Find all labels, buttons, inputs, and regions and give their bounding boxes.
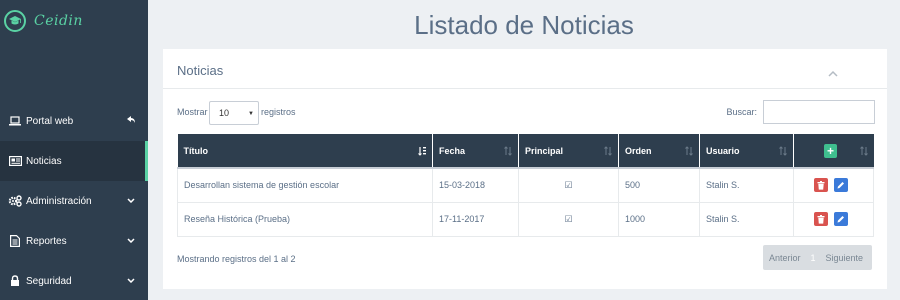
sidebar-item-noticias[interactable]: Noticias [0, 141, 148, 181]
cell-orden: 500 [618, 167, 700, 203]
column-header-titulo[interactable]: Título [177, 134, 433, 168]
column-header-orden[interactable]: Orden [618, 134, 700, 168]
cell-usuario: Stalin S. [699, 167, 794, 203]
add-news-button[interactable]: + [824, 143, 837, 158]
app-logo-text: Ceidin [34, 13, 83, 29]
file-icon [8, 234, 22, 248]
sort-ascending-icon [418, 146, 426, 156]
sidebar-item-portal-web[interactable]: Portal web [0, 101, 148, 141]
trash-icon [817, 180, 825, 190]
sort-icon [504, 146, 512, 156]
pencil-icon [837, 182, 844, 189]
pagination: Anterior 1 Siguiente [763, 245, 872, 270]
cell-principal-checkbox-icon: ☑ [518, 167, 619, 203]
delete-button[interactable] [814, 212, 828, 226]
search-label: Buscar: [726, 107, 757, 117]
length-label-prefix: Mostrar [177, 107, 208, 117]
trash-icon [817, 214, 825, 224]
newspaper-icon [8, 154, 22, 168]
table-row: Desarrollan sistema de gestión escolar 1… [177, 167, 874, 203]
column-header-usuario[interactable]: Usuario [699, 134, 794, 168]
pagination-page-1[interactable]: 1 [811, 253, 816, 263]
news-panel: Noticias Mostrar 10 ▼ registros Buscar: … [163, 49, 887, 289]
page-length-value: 10 [219, 108, 230, 118]
sort-icon [779, 146, 787, 156]
lock-icon [8, 274, 22, 288]
page-title: Listado de Noticias [414, 10, 634, 40]
sort-icon [604, 146, 612, 156]
cell-titulo: Desarrollan sistema de gestión escolar [177, 167, 433, 203]
sidebar-item-label: Seguridad [26, 275, 72, 287]
cell-titulo: Reseña Histórica (Prueba) [177, 202, 433, 237]
table-header-row: Título Fecha Principal Orden Usuario + [177, 134, 874, 168]
column-header-fecha[interactable]: Fecha [432, 134, 519, 168]
panel-title: Noticias [177, 63, 224, 78]
app-logo[interactable]: Ceidin [4, 9, 83, 33]
graduation-cap-icon [4, 10, 26, 32]
sidebar-item-label: Reportes [26, 235, 67, 247]
length-label-suffix: registros [261, 107, 296, 117]
pagination-previous[interactable]: Anterior [769, 253, 801, 263]
sidebar-item-seguridad[interactable]: Seguridad [0, 261, 148, 300]
reply-icon [126, 115, 136, 125]
chevron-down-icon [126, 235, 136, 245]
cell-fecha: 17-11-2017 [432, 202, 519, 237]
delete-button[interactable] [814, 178, 828, 193]
pagination-next[interactable]: Siguiente [826, 253, 864, 263]
laptop-icon [8, 114, 22, 128]
pencil-icon [837, 216, 844, 223]
edit-button[interactable] [833, 212, 848, 226]
cell-actions [793, 202, 874, 237]
chevron-up-icon[interactable] [827, 65, 839, 77]
caret-down-icon: ▼ [248, 111, 254, 117]
cell-fecha: 15-03-2018 [432, 167, 519, 203]
cell-principal-checkbox-icon: ☑ [518, 202, 619, 237]
page-length-select[interactable]: 10 ▼ [209, 101, 259, 125]
news-table: Título Fecha Principal Orden Usuario + D… [177, 134, 874, 237]
sidebar-nav: Portal web Noticias Administración Repor… [0, 101, 148, 300]
chevron-down-icon [126, 195, 136, 205]
table-row: Reseña Histórica (Prueba) 17-11-2017 ☑ 1… [177, 202, 874, 237]
sidebar-item-label: Administración [26, 195, 92, 207]
table-info: Mostrando registros del 1 al 2 [177, 254, 296, 264]
search-input[interactable] [763, 100, 875, 124]
sidebar: Ceidin Portal web Noticias Administració… [0, 0, 148, 300]
sidebar-item-label: Noticias [26, 155, 62, 167]
table-controls: Mostrar 10 ▼ registros Buscar: [177, 100, 875, 125]
cell-actions [793, 167, 874, 203]
column-header-actions: + [793, 134, 874, 168]
column-header-principal[interactable]: Principal [518, 134, 619, 168]
sidebar-item-reportes[interactable]: Reportes [0, 221, 148, 261]
chevron-down-icon [126, 275, 136, 285]
panel-header: Noticias [163, 49, 887, 89]
edit-button[interactable] [833, 178, 848, 193]
cell-orden: 1000 [618, 202, 700, 237]
sort-icon [859, 146, 868, 156]
cell-usuario: Stalin S. [699, 202, 794, 237]
cogs-icon [8, 194, 22, 208]
sidebar-item-administracion[interactable]: Administración [0, 181, 148, 221]
sidebar-item-label: Portal web [26, 115, 74, 127]
sort-icon [685, 146, 693, 156]
